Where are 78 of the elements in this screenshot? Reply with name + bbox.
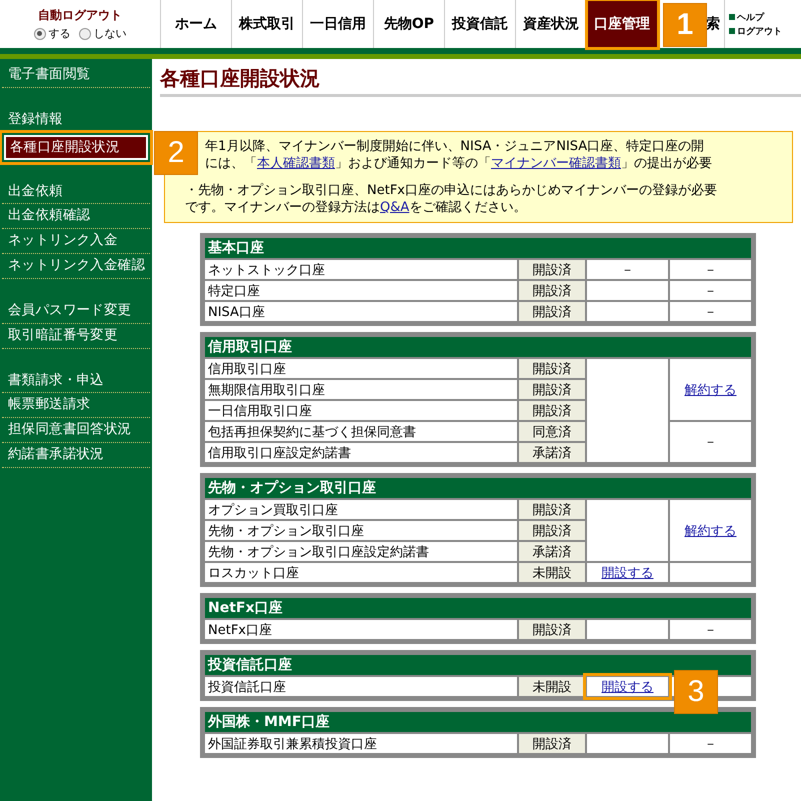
section-header: 信用取引口座 — [205, 337, 751, 357]
account-name: 投資信託口座 — [205, 677, 517, 696]
status-cell: 開設済 — [519, 380, 585, 399]
account-name: 特定口座 — [205, 281, 517, 300]
status-cell: 未開設 — [519, 677, 585, 696]
page-title: 各種口座開設状況 — [160, 65, 801, 97]
help-link[interactable]: ヘルプ — [729, 10, 782, 24]
sidebar-item[interactable]: 書類請求・申込 — [2, 368, 150, 394]
document-link[interactable]: Q&A — [380, 200, 410, 215]
status-cell: 開設済 — [519, 521, 585, 540]
section-header: 投資信託口座 — [205, 655, 751, 675]
sidebar-item[interactable]: 出金依頼確認 — [2, 204, 150, 230]
section-header: NetFx口座 — [205, 598, 751, 618]
status-cell: 承諾済 — [519, 542, 585, 561]
nav-tab[interactable]: 先物OP — [374, 0, 445, 48]
document-link[interactable]: マイナンバー確認書類 — [491, 156, 621, 171]
status-cell: 開設済 — [519, 260, 585, 279]
status-cell: 開設済 — [519, 500, 585, 519]
account-name: ロスカット口座 — [205, 563, 517, 582]
sidebar-item[interactable]: ネットリンク入金確認 — [2, 254, 150, 279]
step-badge: 1 — [663, 3, 707, 47]
status-cell: 開設済 — [519, 302, 585, 321]
status-cell: 同意済 — [519, 422, 585, 441]
table-cell: － — [670, 620, 751, 639]
auto-logout-label: 自動ログアウト — [38, 7, 122, 24]
document-link[interactable]: 本人確認書類 — [257, 156, 335, 171]
nav-tab[interactable]: ホーム — [161, 0, 232, 48]
sidebar-item[interactable]: 担保同意書回答状況 — [2, 418, 150, 444]
radio-option[interactable]: する — [34, 26, 70, 41]
account-name: NISA口座 — [205, 302, 517, 321]
sidebar-item[interactable]: ネットリンク入金 — [2, 229, 150, 254]
table-cell: － — [670, 260, 751, 279]
open-link[interactable]: 開設する — [602, 680, 654, 694]
section-header: 外国株・MMF口座 — [205, 712, 751, 732]
help-link[interactable]: ログアウト — [729, 24, 782, 38]
status-cell: 開設済 — [519, 401, 585, 420]
account-name: オプション買取引口座 — [205, 500, 517, 519]
sidebar-item[interactable]: 出金依頼 — [2, 180, 150, 204]
nav-tab[interactable]: 一日信用 — [303, 0, 374, 48]
radio-icon[interactable] — [34, 28, 46, 40]
account-name: 無期限信用取引口座 — [205, 380, 517, 399]
section-header: 先物・オプション取引口座 — [205, 478, 751, 498]
radio-option[interactable]: しない — [78, 26, 126, 41]
account-name: 包括再担保契約に基づく担保同意書 — [205, 422, 517, 441]
sidebar-item[interactable]: 会員パスワード変更 — [2, 298, 150, 324]
step-badge: 3 — [674, 670, 718, 714]
radio-icon[interactable] — [78, 28, 90, 40]
step-badge: 2 — [154, 130, 198, 175]
table-cell: － — [670, 302, 751, 321]
status-cell: 承諾済 — [519, 443, 585, 462]
status-cell: 開設済 — [519, 734, 585, 753]
sidebar-item[interactable]: 帳票郵送請求 — [2, 393, 150, 418]
table-cell: － — [670, 422, 751, 462]
account-name: 先物・オプション取引口座設定約諾書 — [205, 542, 517, 561]
account-name: 信用取引口座設定約諾書 — [205, 443, 517, 462]
open-link[interactable]: 解約する — [684, 382, 736, 398]
account-name: NetFx口座 — [205, 620, 517, 639]
status-cell: 未開設 — [519, 563, 585, 582]
sidebar-item[interactable]: 電子書面閲覧 — [2, 63, 150, 88]
account-name: ネットストック口座 — [205, 260, 517, 279]
table-cell: － — [670, 281, 751, 300]
account-name: 外国証券取引兼累積投資口座 — [205, 734, 517, 753]
status-cell: 開設済 — [519, 620, 585, 639]
open-link[interactable]: 解約する — [684, 524, 736, 538]
table-cell: － — [587, 260, 668, 279]
sidebar-item[interactable]: 取引暗証番号変更 — [2, 324, 150, 349]
nav-tab[interactable]: 投資信託 — [445, 0, 516, 48]
nav-tab[interactable]: 株式取引 — [232, 0, 303, 48]
account-name: 先物・オプション取引口座 — [205, 521, 517, 540]
account-name: 一日信用取引口座 — [205, 401, 517, 420]
open-link[interactable]: 開設する — [602, 566, 654, 580]
account-name: 信用取引口座 — [205, 359, 517, 378]
status-cell: 開設済 — [519, 281, 585, 300]
notice-text: ・先物・オプション取引口座、NetFx口座の申込にはあらかじめマイナンバーの登録が必要 です。マイナンバーの登録方法はQ&Aをご確認ください。 — [185, 182, 718, 216]
status-cell: 開設済 — [519, 359, 585, 378]
sidebar-item[interactable]: 約諾書承諾状況 — [2, 443, 150, 468]
table-cell: － — [670, 734, 751, 753]
section-header: 基本口座 — [205, 238, 751, 258]
